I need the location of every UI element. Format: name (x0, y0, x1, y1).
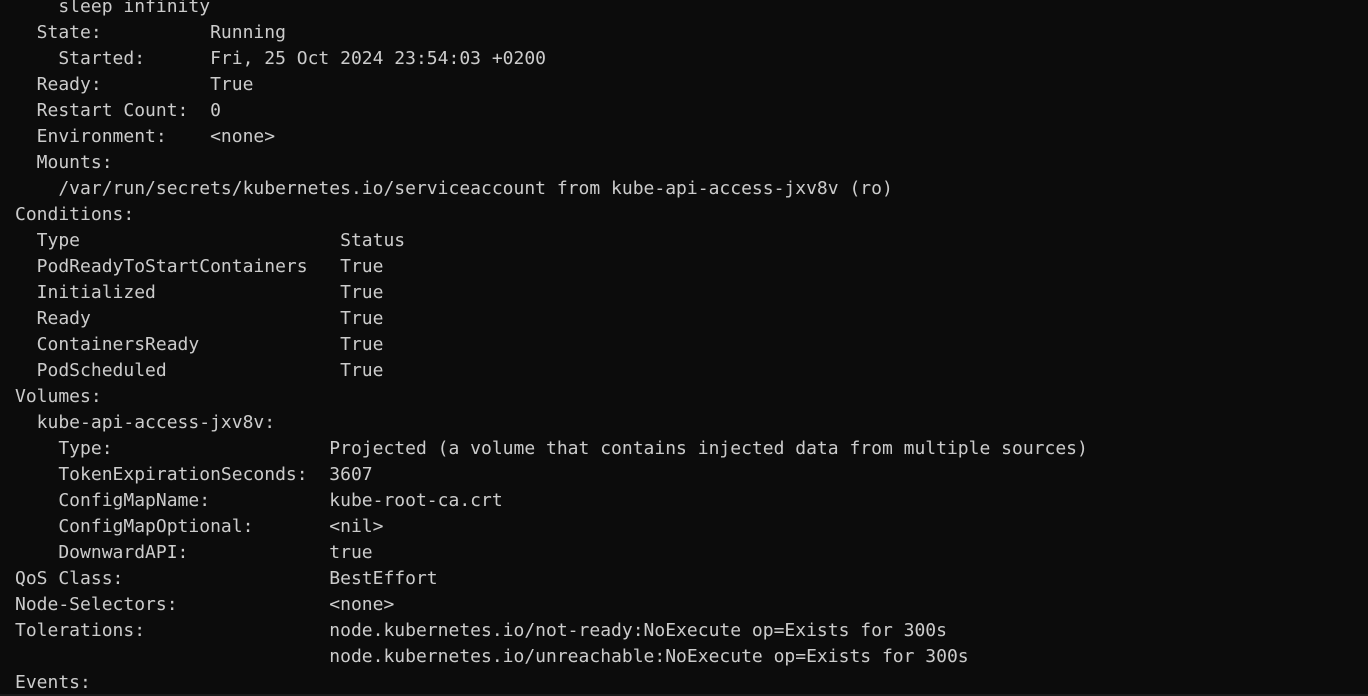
terminal-output: sleep infinity State: Running Started: F… (15, 0, 1088, 696)
output-line: Conditions: (15, 204, 135, 225)
output-line: Ready: True (15, 74, 254, 95)
output-line: Restart Count: 0 (15, 100, 221, 121)
output-line: Initialized True (15, 282, 384, 303)
output-line: Environment: <none> (15, 126, 276, 147)
terminal-window[interactable]: sleep infinity State: Running Started: F… (0, 0, 1368, 696)
output-line: kube-api-access-jxv8v: (15, 412, 276, 433)
output-line: Mounts: (15, 152, 113, 173)
output-line: sleep infinity (15, 0, 211, 17)
output-line: ConfigMapOptional: <nil> (15, 516, 384, 537)
output-line: Type: Projected (a volume that contains … (15, 438, 1088, 459)
output-line: Node-Selectors: <none> (15, 594, 395, 615)
output-line: /var/run/secrets/kubernetes.io/serviceac… (15, 178, 893, 199)
output-line: Ready True (15, 308, 384, 329)
output-line: Type Status (15, 230, 406, 251)
output-line: DownwardAPI: true (15, 542, 373, 563)
output-line: TokenExpirationSeconds: 3607 (15, 464, 373, 485)
output-line: State: Running (15, 22, 286, 43)
output-line: Started: Fri, 25 Oct 2024 23:54:03 +0200 (15, 48, 547, 69)
output-line: Tolerations: node.kubernetes.io/not-read… (15, 620, 947, 641)
output-line: node.kubernetes.io/unreachable:NoExecute… (15, 646, 969, 667)
output-line: PodReadyToStartContainers True (15, 256, 384, 277)
output-line: PodScheduled True (15, 360, 384, 381)
output-line: Events: (15, 672, 91, 693)
output-line: QoS Class: BestEffort (15, 568, 438, 589)
output-line: Volumes: (15, 386, 102, 407)
output-line: ConfigMapName: kube-root-ca.crt (15, 490, 503, 511)
output-line: ContainersReady True (15, 334, 384, 355)
